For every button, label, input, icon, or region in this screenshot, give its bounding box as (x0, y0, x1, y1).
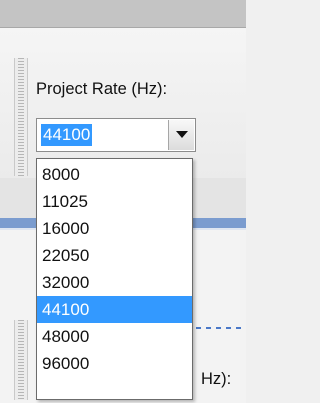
rate-options-list: 8000 11025 16000 22050 32000 44100 48000… (37, 159, 192, 377)
selection-toolbar (0, 28, 246, 178)
project-rate-label: Project Rate (Hz): (36, 80, 168, 98)
project-rate-dropdown[interactable]: 8000 11025 16000 22050 32000 44100 48000… (36, 158, 193, 400)
project-rate-combobox[interactable]: 44100 (36, 118, 196, 152)
toolbar-grip-icon[interactable] (14, 58, 28, 176)
rate-option[interactable]: 16000 (37, 215, 192, 242)
rate-option-selected[interactable]: 44100 (37, 296, 192, 323)
rate-option[interactable]: 22050 (37, 242, 192, 269)
dashed-guide-line (196, 327, 246, 329)
rate-option[interactable]: 8000 (37, 161, 192, 188)
project-rate-value[interactable]: 44100 (41, 124, 93, 146)
dropdown-toggle-button[interactable] (168, 120, 194, 150)
lower-toolbar-grip-icon[interactable] (14, 320, 28, 400)
top-toolbar-bar (0, 0, 246, 27)
rate-option[interactable]: 96000 (37, 350, 192, 377)
rate-option[interactable]: 48000 (37, 323, 192, 350)
rate-option[interactable]: 11025 (37, 188, 192, 215)
rate-option[interactable]: 32000 (37, 269, 192, 296)
rate-label-partial: Hz): (201, 370, 232, 388)
triangle-down-icon (176, 131, 188, 138)
